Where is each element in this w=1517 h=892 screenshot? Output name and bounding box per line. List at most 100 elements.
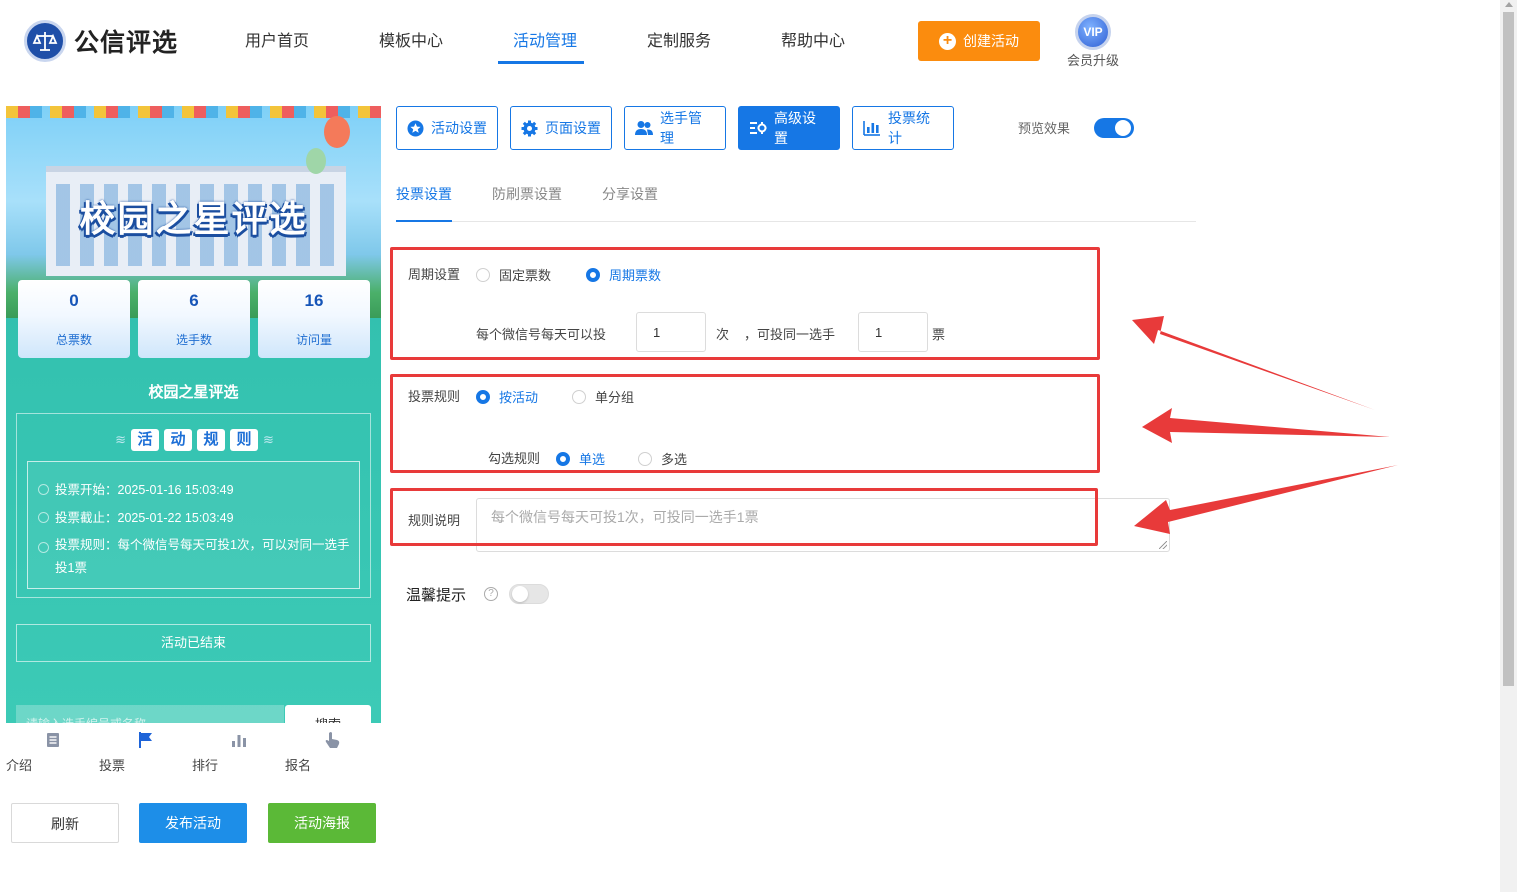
- create-activity-button[interactable]: + 创建活动: [918, 21, 1040, 61]
- balloon: [306, 148, 326, 174]
- rules-box: ≋ 活 动 规 则 ≋ 投票开始：2025-01-16 15:03:49 投票截…: [16, 413, 371, 598]
- radio-by-activity[interactable]: 按活动: [476, 387, 538, 406]
- tab-intro[interactable]: 介绍: [6, 723, 99, 773]
- scrollbar-thumb[interactable]: [1503, 12, 1514, 686]
- radio-single-group[interactable]: 单分组: [572, 387, 634, 406]
- radio-label: 周期票数: [609, 268, 662, 283]
- stat-label: 总票数: [55, 333, 92, 347]
- publish-activity-button[interactable]: 发布活动: [139, 803, 247, 843]
- warm-tip-toggle[interactable]: [509, 584, 549, 604]
- preview-effect-label: 预览效果: [1018, 121, 1071, 136]
- tab-ranking[interactable]: 排行: [192, 723, 285, 773]
- clock-icon: [38, 512, 49, 523]
- radio-cycle-votes[interactable]: 周期票数: [586, 265, 661, 284]
- rules-heading-char: 动: [164, 429, 192, 451]
- tab-vote[interactable]: 投票: [99, 723, 192, 773]
- toggle-knob: [512, 586, 528, 602]
- rules-heading-char: 活: [131, 429, 159, 451]
- star-icon: [407, 120, 424, 137]
- tab-label: 活动设置: [431, 120, 487, 136]
- bar-chart-icon: [192, 729, 285, 751]
- radio-multi-select[interactable]: 多选: [638, 449, 687, 468]
- scroll-up-arrow-icon[interactable]: [1505, 2, 1513, 7]
- tab-label: 选手管理: [660, 110, 702, 146]
- search-row: 请输入选手编号或名称 搜索: [16, 705, 371, 723]
- times-per-day-input[interactable]: 1: [636, 312, 706, 352]
- stat-label: 选手数: [175, 333, 212, 347]
- gear-icon: [521, 120, 538, 137]
- stat-contestants: 6 选手数: [138, 280, 250, 358]
- nav-templates[interactable]: 模板中心: [344, 0, 478, 86]
- scales-icon: [24, 20, 66, 62]
- tab-label: 高级设置: [774, 110, 816, 146]
- nav-home[interactable]: 用户首页: [210, 0, 344, 86]
- tab-label: 报名: [285, 758, 312, 773]
- nav-custom-service[interactable]: 定制服务: [612, 0, 746, 86]
- sliders-icon: [749, 120, 767, 136]
- search-button[interactable]: 搜索: [285, 705, 371, 723]
- radio-circle: [476, 389, 490, 404]
- tab-label: 介绍: [6, 758, 33, 773]
- stats-row: 0 总票数 6 选手数 16 访问量: [18, 280, 370, 358]
- wave-decoration: ≋: [263, 432, 274, 447]
- times-unit: 次: [716, 327, 730, 342]
- create-activity-label: 创建活动: [963, 33, 1019, 49]
- brand-name: 公信评选: [74, 29, 179, 57]
- preview-effect-toggle[interactable]: [1094, 118, 1134, 138]
- radio-circle: [556, 451, 570, 466]
- document-icon: [6, 729, 99, 751]
- vip-icon: VIP: [1075, 14, 1111, 50]
- preview-actions: 刷新 发布活动 活动海报: [11, 803, 381, 843]
- activity-ended-banner: 活动已结束: [16, 624, 371, 662]
- annotation-arrows: [1132, 316, 1398, 534]
- tab-activity-settings[interactable]: 活动设置: [396, 106, 498, 150]
- tab-advanced-settings[interactable]: 高级设置: [738, 106, 840, 150]
- subtab-anti-fraud[interactable]: 防刷票设置: [492, 184, 562, 222]
- wave-decoration: ≋: [115, 432, 126, 447]
- rules-heading: ≋ 活 动 规 则 ≋: [17, 429, 372, 451]
- radio-label: 单分组: [595, 390, 635, 405]
- banner-title: 校园之星评选: [79, 198, 308, 239]
- nav-help[interactable]: 帮助中心: [746, 0, 880, 86]
- search-input[interactable]: 请输入选手编号或名称: [16, 705, 284, 723]
- votes-per-contestant-input[interactable]: 1: [858, 312, 928, 352]
- hand-pointer-icon: [285, 729, 378, 751]
- top-header: 公信评选 用户首页 模板中心 活动管理 定制服务 帮助中心 + 创建活动 VIP…: [0, 0, 1500, 86]
- stat-total-votes: 0 总票数: [18, 280, 130, 358]
- flag-icon: [99, 729, 192, 751]
- tab-page-settings[interactable]: 页面设置: [510, 106, 612, 150]
- subtab-vote-settings[interactable]: 投票设置: [396, 184, 452, 222]
- users-icon: [635, 120, 653, 136]
- brand-logo[interactable]: 公信评选: [24, 20, 178, 62]
- rules-content: 投票开始：2025-01-16 15:03:49 投票截止：2025-01-22…: [27, 461, 360, 589]
- rule-description-label: 规则说明: [408, 513, 461, 528]
- radio-label: 按活动: [499, 390, 539, 405]
- tab-register[interactable]: 报名: [285, 723, 378, 773]
- tab-vote-statistics[interactable]: 投票统计: [852, 106, 954, 150]
- clock-icon: [38, 484, 49, 495]
- radio-fixed-votes[interactable]: 固定票数: [476, 265, 551, 284]
- nav-activity-management[interactable]: 活动管理: [478, 0, 612, 86]
- activity-name: 校园之星评选: [148, 384, 239, 401]
- toggle-knob: [1115, 120, 1131, 136]
- rule-item: 投票截止：2025-01-22 15:03:49: [38, 504, 351, 532]
- stat-label: 访问量: [295, 333, 332, 347]
- question-circle-icon[interactable]: ?: [484, 587, 498, 601]
- tab-contestant-management[interactable]: 选手管理: [624, 106, 726, 150]
- radio-single-select[interactable]: 单选: [556, 449, 605, 468]
- arrow-to-cycle-settings: [1132, 316, 1375, 410]
- stat-value: 16: [304, 291, 324, 310]
- stat-value: 0: [69, 291, 79, 310]
- radio-circle: [586, 267, 600, 282]
- tab-label: 投票: [99, 758, 126, 773]
- sub-tabs: 投票设置 防刷票设置 分享设置: [396, 170, 1196, 222]
- page-scrollbar[interactable]: [1500, 0, 1517, 892]
- vip-upgrade[interactable]: VIP 会员升级: [1062, 14, 1124, 69]
- mobile-preview: 校园之星评选 0 总票数 6 选手数 16 访问量 校园之星评选 ≋ 活 动 规…: [6, 106, 381, 723]
- bar-chart-icon: [863, 120, 881, 136]
- activity-poster-button[interactable]: 活动海报: [268, 803, 376, 843]
- cycle-prefix-text: 每个微信号每天可以投: [476, 327, 607, 342]
- subtab-share-settings[interactable]: 分享设置: [602, 184, 658, 222]
- refresh-button[interactable]: 刷新: [11, 803, 119, 843]
- rule-item: 投票规则：每个微信号每天可投1次，可以对同一选手投1票: [38, 534, 351, 580]
